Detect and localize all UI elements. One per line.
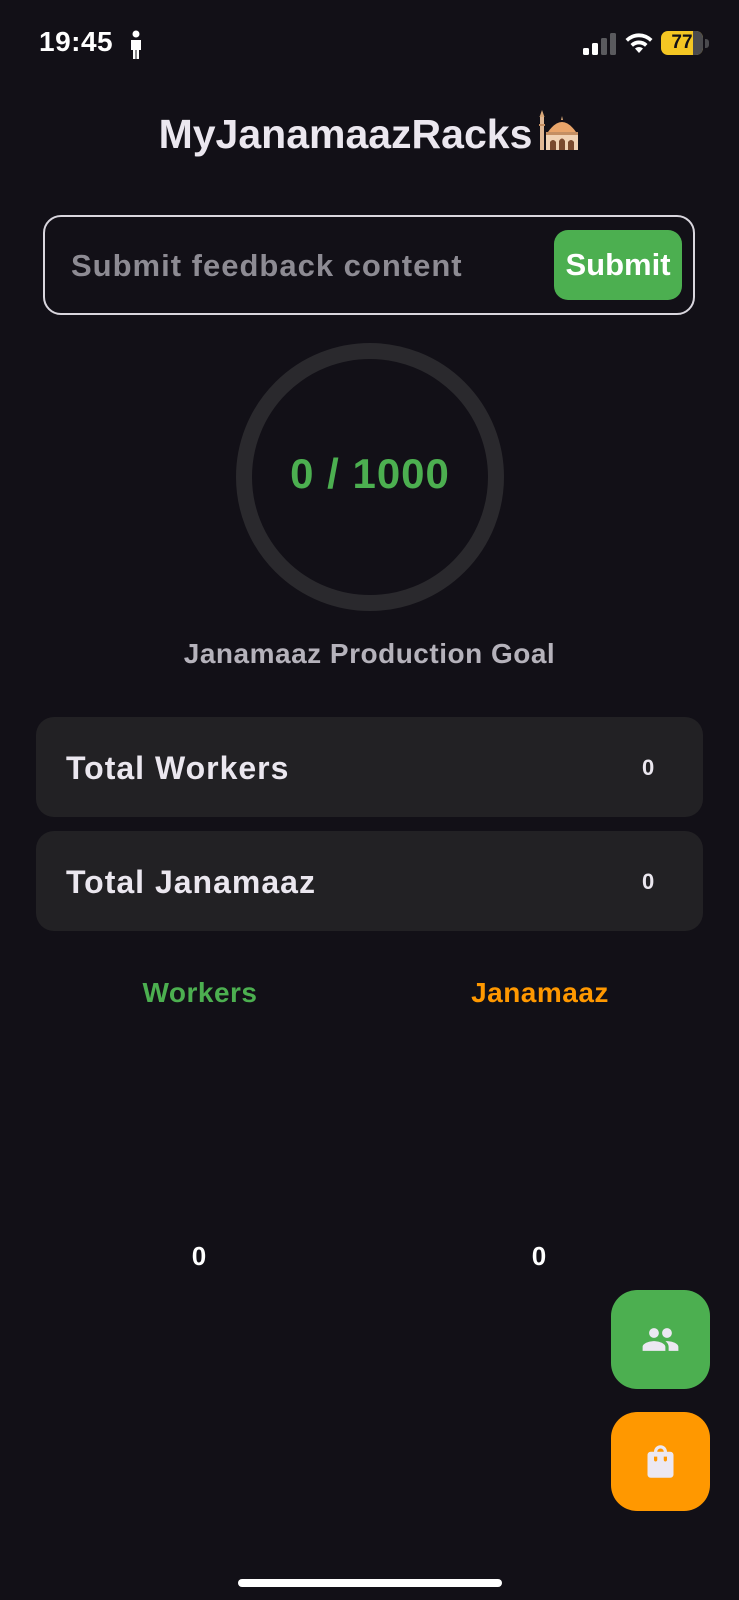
person-icon (131, 30, 141, 59)
cellular-signal-icon (583, 33, 616, 55)
workers-fab-button[interactable] (611, 1290, 710, 1389)
shopping-bag-icon (647, 1445, 674, 1478)
chart-value-janamaaz: 0 (531, 1241, 547, 1271)
app-title-text: MyJanamaazRacks (158, 111, 533, 157)
feedback-input[interactable] (71, 237, 536, 295)
wifi-icon (625, 33, 653, 53)
goal-label: Janamaaz Production Goal (183, 638, 556, 669)
total-janamaaz-value: 0 (642, 869, 655, 894)
chart-value-workers: 0 (191, 1241, 207, 1271)
total-workers-label: Total Workers (66, 750, 290, 786)
home-indicator (238, 1579, 502, 1587)
total-janamaaz-card: Total Janamaaz 0 (36, 831, 703, 931)
people-icon (642, 1328, 679, 1351)
status-bar: 19:45 77 (0, 0, 739, 90)
janamaaz-fab-button[interactable] (611, 1412, 710, 1511)
total-workers-card: Total Workers 0 (36, 717, 703, 817)
battery-level: 77 (671, 32, 693, 53)
chart-category-workers: Workers (142, 977, 258, 1008)
mosque-icon (539, 110, 579, 150)
chart-category-janamaaz: Janamaaz (471, 977, 609, 1008)
battery-indicator: 77 (661, 31, 709, 55)
total-janamaaz-label: Total Janamaaz (66, 864, 316, 900)
submit-button[interactable]: Submit (554, 230, 682, 300)
feedback-form: Submit (43, 215, 695, 315)
goal-progress-text: 0 / 1000 (290, 450, 450, 497)
app-title: MyJanamaazRacks (0, 110, 739, 158)
total-workers-value: 0 (642, 755, 655, 780)
status-time: 19:45 (39, 26, 114, 57)
goal-progress-ring: 0 / 1000 (235, 342, 505, 612)
